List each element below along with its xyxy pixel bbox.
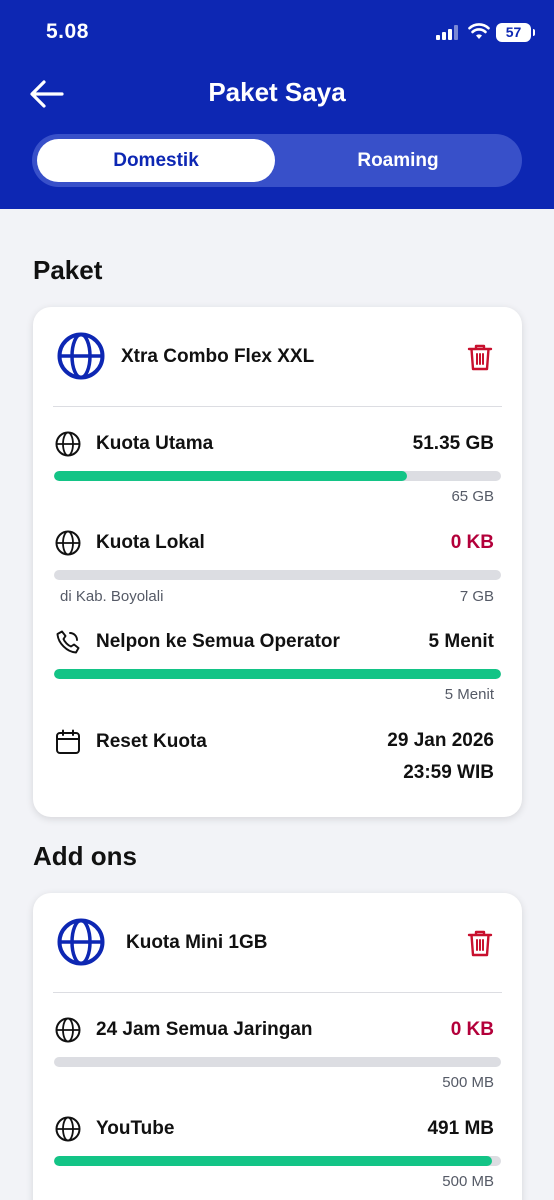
trash-icon[interactable] (467, 343, 493, 371)
addon-card-header: Kuota Mini 1GB (33, 893, 522, 993)
quota-progress-bar (54, 471, 501, 481)
reset-date: 29 Jan 2026 (387, 730, 494, 751)
quota-row: Kuota Utama 51.35 GB 65 GB (33, 431, 522, 511)
tab-domestik[interactable]: Domestik (37, 139, 275, 182)
quota-value: 491 MB (427, 1118, 494, 1139)
quota-progress-bar (54, 1057, 501, 1067)
quota-total: 500 MB (442, 1173, 494, 1190)
cellular-signal-icon (436, 25, 460, 40)
quota-progress-bar (54, 1156, 501, 1166)
globe-icon (55, 431, 81, 457)
quota-value: 5 Menit (428, 631, 494, 652)
globe-icon (57, 332, 105, 380)
calendar-icon (56, 729, 80, 754)
quota-value: 0 KB (450, 1019, 494, 1040)
quota-progress-fill (54, 669, 501, 679)
quota-total: 65 GB (451, 488, 494, 505)
section-title-paket: Paket (33, 255, 103, 285)
status-bar: 5.08 57 (0, 0, 554, 66)
addon-name: Kuota Mini 1GB (126, 932, 268, 953)
battery-icon: 57 (496, 23, 535, 42)
quota-progress-bar (54, 570, 501, 580)
package-card-header: Xtra Combo Flex XXL (33, 307, 522, 407)
phone-icon (56, 630, 80, 654)
quota-row: 24 Jam Semua Jaringan 0 KB 500 MB (33, 1017, 522, 1097)
quota-row: Nelpon ke Semua Operator 5 Menit 5 Menit (33, 629, 522, 709)
quota-note: di Kab. Boyolali (60, 588, 164, 605)
package-name: Xtra Combo Flex XXL (121, 346, 315, 367)
quota-label: Kuota Lokal (96, 532, 205, 553)
page-title: Paket Saya (208, 77, 346, 107)
quota-label: Nelpon ke Semua Operator (96, 631, 340, 652)
trash-icon[interactable] (467, 929, 493, 957)
status-time: 5.08 (46, 20, 89, 43)
wifi-icon (468, 23, 490, 39)
globe-icon (55, 530, 81, 556)
header-bar: 5.08 57 Paket Saya Domestik Roaming (0, 0, 554, 209)
tab-roaming[interactable]: Roaming (280, 139, 516, 182)
quota-progress-fill (54, 471, 408, 481)
section-title-addons: Add ons (33, 841, 137, 871)
quota-label: YouTube (96, 1118, 175, 1139)
reset-row: Reset Kuota 29 Jan 2026 23:59 WIB (33, 729, 522, 799)
quota-label: 24 Jam Semua Jaringan (96, 1019, 313, 1040)
globe-icon (55, 1116, 81, 1142)
reset-time: 23:59 WIB (403, 762, 494, 783)
quota-row: Kuota Lokal 0 KB di Kab. Boyolali 7 GB (33, 530, 522, 610)
quota-total: 5 Menit (444, 686, 494, 703)
globe-icon (55, 1017, 81, 1043)
quota-label: Kuota Utama (96, 433, 214, 454)
reset-label: Reset Kuota (96, 731, 207, 752)
card-divider (53, 992, 502, 993)
quota-total: 500 MB (442, 1074, 494, 1091)
quota-progress-fill (54, 1156, 493, 1166)
globe-icon (57, 918, 105, 966)
addon-card: Kuota Mini 1GB 24 Jam Semua Jaringan 0 K… (33, 893, 522, 1200)
quota-total: 7 GB (459, 588, 494, 605)
quota-value: 51.35 GB (412, 433, 494, 454)
quota-row: YouTube 491 MB 500 MB (33, 1116, 522, 1196)
quota-value: 0 KB (450, 532, 494, 553)
tab-bar: Domestik Roaming (32, 134, 522, 187)
quota-progress-bar (54, 669, 501, 679)
package-card: Xtra Combo Flex XXL Kuota Utama 51.35 GB… (33, 307, 522, 817)
card-divider (53, 406, 502, 407)
